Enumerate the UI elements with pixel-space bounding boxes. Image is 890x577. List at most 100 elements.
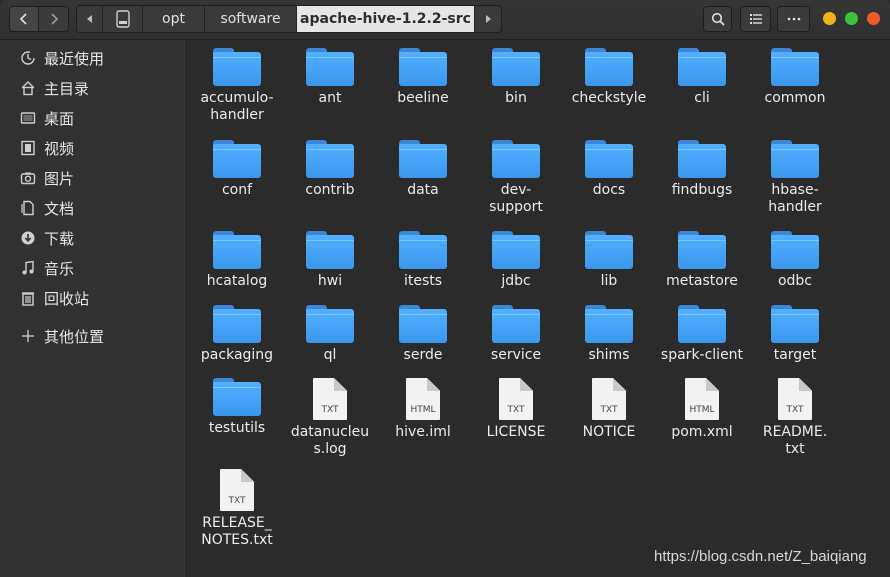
breadcrumb-software[interactable]: software [205, 6, 297, 32]
sidebar-item-trash[interactable]: 回收站 [0, 284, 186, 312]
folder-icon [399, 231, 447, 269]
sidebar-item-recent[interactable]: 最近使用 [0, 44, 186, 72]
forward-button[interactable] [38, 6, 69, 32]
file-name-label: beeline [397, 90, 449, 106]
folder-item[interactable]: checkstyle [563, 48, 655, 107]
trash-icon [19, 289, 37, 307]
chevron-left-icon [19, 13, 27, 25]
folder-item[interactable]: cli [656, 48, 748, 107]
minimize-button[interactable] [823, 12, 836, 25]
folder-item[interactable]: spark-client [656, 305, 748, 364]
file-item[interactable]: HTML hive.iml [377, 378, 469, 441]
document-icon: HTML [685, 378, 719, 420]
document-icon: TXT [499, 378, 533, 420]
file-item[interactable]: TXT datanucleu s.log [284, 378, 376, 458]
file-name-label: target [773, 347, 817, 363]
file-name-label: common [764, 90, 826, 106]
folder-item[interactable]: bin [470, 48, 562, 107]
breadcrumb-opt[interactable]: opt [143, 6, 205, 32]
search-button[interactable] [703, 6, 732, 32]
folder-icon [399, 140, 447, 178]
folder-item[interactable]: hwi [284, 231, 376, 290]
folder-icon [399, 305, 447, 343]
file-name-label: serde [403, 347, 443, 363]
folder-item[interactable]: odbc [749, 231, 841, 290]
sidebar-item-music[interactable]: 音乐 [0, 254, 186, 282]
folder-item[interactable]: jdbc [470, 231, 562, 290]
document-icon: TXT [778, 378, 812, 420]
folder-item[interactable]: shims [563, 305, 655, 364]
file-item[interactable]: TXT README. txt [749, 378, 841, 458]
back-button[interactable] [9, 6, 39, 32]
sidebar-item-home[interactable]: 主目录 [0, 74, 186, 102]
view-toggle-button[interactable] [740, 6, 771, 32]
file-name-label: metastore [666, 273, 738, 289]
sidebar-item-desktop[interactable]: 桌面 [0, 104, 186, 132]
folder-item[interactable]: testutils [191, 378, 283, 437]
folder-item[interactable]: findbugs [656, 140, 748, 199]
breadcrumb-scroll-left[interactable] [77, 6, 103, 32]
breadcrumb-current-folder[interactable]: apache-hive-1.2.2-src [297, 6, 475, 32]
folder-item[interactable]: ant [284, 48, 376, 107]
breadcrumb-drive[interactable] [103, 6, 143, 32]
folder-item[interactable]: metastore [656, 231, 748, 290]
folder-item[interactable]: ql [284, 305, 376, 364]
drive-icon [115, 10, 130, 28]
file-grid: accumulo-handler ant beeline bin checkstyle c… [188, 40, 890, 577]
folder-item[interactable]: beeline [377, 48, 469, 107]
folder-item[interactable]: service [470, 305, 562, 364]
folder-item[interactable]: common [749, 48, 841, 107]
breadcrumb-scroll-right[interactable] [475, 6, 501, 32]
document-icon: TXT [220, 469, 254, 511]
maximize-button[interactable] [845, 12, 858, 25]
file-name-label: ant [318, 90, 342, 106]
file-item[interactable]: TXT RELEASE_ NOTES.txt [191, 469, 283, 549]
file-name-label: hbase-handler [768, 182, 822, 215]
folder-icon [213, 305, 261, 343]
folder-icon [492, 48, 540, 86]
sidebar-item-videos[interactable]: 视频 [0, 134, 186, 162]
file-name-label: ql [323, 347, 337, 363]
file-name-label: findbugs [671, 182, 733, 198]
sidebar-item-downloads[interactable]: 下载 [0, 224, 186, 252]
folder-item[interactable]: hbase-handler [749, 140, 841, 216]
sidebar-item-other-locations[interactable]: 其他位置 [0, 322, 186, 350]
more-options-icon [787, 17, 800, 21]
file-item[interactable]: TXT NOTICE [563, 378, 655, 441]
folder-item[interactable]: serde [377, 305, 469, 364]
folder-item[interactable]: conf [191, 140, 283, 199]
folder-item[interactable]: lib [563, 231, 655, 290]
file-name-label: hcatalog [206, 273, 268, 289]
folder-item[interactable]: itests [377, 231, 469, 290]
folder-item[interactable]: accumulo-handler [191, 48, 283, 124]
file-name-label: LICENSE [486, 424, 546, 440]
sidebar-item-label: 回收站 [44, 289, 90, 308]
folder-item[interactable]: data [377, 140, 469, 199]
menu-button[interactable] [777, 6, 810, 32]
sidebar-item-label: 下载 [44, 229, 75, 248]
sidebar-item-pictures[interactable]: 图片 [0, 164, 186, 192]
file-item[interactable]: HTML pom.xml [656, 378, 748, 441]
file-item[interactable]: TXT LICENSE [470, 378, 562, 441]
folder-item[interactable]: contrib [284, 140, 376, 199]
sidebar-item-label: 图片 [44, 169, 75, 188]
close-button[interactable] [867, 12, 880, 25]
sidebar-item-label: 最近使用 [44, 49, 105, 68]
folder-icon [213, 231, 261, 269]
folder-item[interactable]: target [749, 305, 841, 364]
folder-item[interactable]: docs [563, 140, 655, 199]
file-name-label: data [407, 182, 439, 198]
file-name-label: shims [588, 347, 630, 363]
sidebar-item-documents[interactable]: 文档 [0, 194, 186, 222]
folder-item[interactable]: hcatalog [191, 231, 283, 290]
folder-item[interactable]: packaging [191, 305, 283, 364]
folder-item[interactable]: dev-support [470, 140, 562, 216]
home-icon [19, 79, 37, 97]
file-name-label: packaging [200, 347, 274, 363]
file-name-label: spark-client [660, 347, 744, 363]
folder-icon [585, 140, 633, 178]
breadcrumb: opt software apache-hive-1.2.2-src [76, 5, 502, 33]
file-name-label: datanucleu s.log [290, 424, 370, 457]
folder-icon [678, 305, 726, 343]
file-name-label: cli [694, 90, 710, 106]
